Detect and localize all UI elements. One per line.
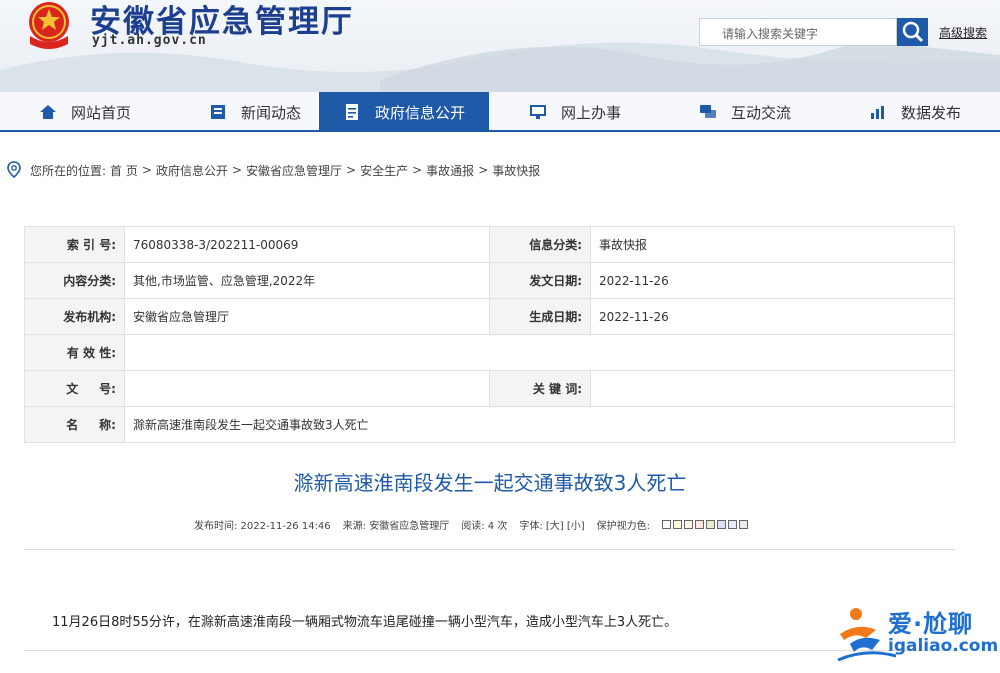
validity-value (124, 334, 955, 371)
breadcrumb-separator: > (141, 163, 152, 177)
location-pin-icon (7, 161, 21, 179)
index-label: 索 引 号: (24, 226, 125, 263)
site-header: 安徽省应急管理厅 yjt.ah.gov.cn 请输入搜索关键字 高级搜索 (0, 0, 1000, 92)
article-title: 滁新高速淮南段发生一起交通事故致3人死亡 (293, 471, 687, 495)
table-row: 内容分类: 其他,市场监管、应急管理,2022年 发文日期: 2022-11-2… (24, 262, 955, 299)
table-row: 名 称: 滁新高速淮南段发生一起交通事故致3人死亡 (24, 406, 955, 443)
table-row: 索 引 号: 76080338-3/202211-00069 信息分类: 事故快… (24, 226, 955, 263)
color-swatch[interactable] (739, 520, 749, 529)
org-value: 安徽省应急管理厅 (124, 298, 490, 335)
table-row: 文 号: 关 键 词: (24, 370, 955, 407)
keyword-label: 关 键 词: (489, 370, 591, 407)
breadcrumb-gov-info[interactable]: 政府信息公开 (156, 162, 228, 179)
info-table: 索 引 号: 76080338-3/202211-00069 信息分类: 事故快… (24, 226, 955, 443)
chat-icon (699, 105, 716, 118)
doc-number-value (124, 370, 490, 407)
main-nav: 网站首页 新闻动态 政府信息公开 网上办事 互动交流 数据发布 (0, 92, 1000, 132)
breadcrumb-prefix: 您所在的位置: (30, 163, 107, 178)
doc-number-label: 文 号: (24, 370, 125, 407)
nav-label: 数据发布 (900, 103, 961, 122)
nav-label: 政府信息公开 (374, 103, 465, 122)
nav-label: 新闻动态 (240, 103, 301, 122)
chart-icon (870, 106, 884, 119)
breadcrumb-separator: > (346, 163, 357, 177)
breadcrumb-separator: > (478, 163, 489, 177)
national-emblem-icon (29, 2, 69, 49)
color-swatch[interactable] (717, 520, 727, 529)
nav-item-home[interactable]: 网站首页 (0, 92, 170, 132)
font-size-control[interactable]: 字体: [大] [小] (519, 517, 584, 532)
eye-care-label: 保护视力色: (596, 521, 651, 532)
watermark-url: igaliao.com (888, 636, 999, 656)
search-icon (902, 21, 924, 43)
nav-item-gov-info[interactable]: 政府信息公开 (319, 92, 489, 132)
breadcrumb-accident-report[interactable]: 事故通报 (426, 162, 474, 179)
color-swatch[interactable] (684, 520, 694, 529)
article-source: 来源: 安徽省应急管理厅 (342, 521, 450, 532)
site-domain: yjt.ah.gov.cn (92, 33, 207, 48)
eye-care-swatches (662, 520, 750, 529)
nav-label: 网站首页 (70, 103, 131, 122)
index-value: 76080338-3/202211-00069 (124, 226, 490, 263)
search-input[interactable]: 请输入搜索关键字 (699, 18, 897, 46)
gen-date-label: 生成日期: (489, 298, 591, 335)
color-swatch[interactable] (662, 520, 672, 529)
nav-label: 互动交流 (730, 103, 791, 122)
nav-item-online-service[interactable]: 网上办事 (490, 92, 660, 132)
name-label: 名 称: (24, 406, 125, 443)
read-count: 阅读: 4 次 (461, 521, 508, 532)
search-button[interactable] (897, 18, 928, 46)
category-label: 信息分类: (489, 226, 591, 263)
color-swatch[interactable] (695, 520, 705, 529)
breadcrumb-home[interactable]: 首 页 (110, 162, 138, 179)
article-meta: 发布时间: 2022-11-26 14:46 来源: 安徽省应急管理厅 阅读: … (194, 517, 762, 532)
validity-label: 有 效 性: (24, 334, 125, 371)
category-value: 事故快报 (590, 226, 955, 263)
content-value: 其他,市场监管、应急管理,2022年 (124, 262, 490, 299)
nav-item-news[interactable]: 新闻动态 (170, 92, 340, 132)
nav-label: 网上办事 (560, 103, 621, 122)
breadcrumb-safety[interactable]: 安全生产 (360, 162, 408, 179)
table-row: 有 效 性: (24, 334, 955, 371)
publish-time: 发布时间: 2022-11-26 14:46 (194, 521, 331, 532)
keyword-value (590, 370, 955, 407)
monitor-icon (529, 105, 546, 119)
breadcrumb-current[interactable]: 事故快报 (492, 162, 540, 179)
advanced-search-link[interactable]: 高级搜索 (939, 24, 987, 41)
breadcrumb-separator: > (412, 163, 423, 177)
table-row: 发布机构: 安徽省应急管理厅 生成日期: 2022-11-26 (24, 298, 955, 335)
date-label: 发文日期: (489, 262, 591, 299)
gen-date-value: 2022-11-26 (590, 298, 955, 335)
breadcrumb-separator: > (231, 163, 243, 177)
breadcrumb-department[interactable]: 安徽省应急管理厅 (246, 162, 342, 179)
nav-item-interaction[interactable]: 互动交流 (660, 92, 830, 132)
divider (24, 549, 955, 550)
news-icon (210, 105, 225, 119)
watermark-text: 爱·尬聊 (888, 610, 974, 638)
name-value: 滁新高速淮南段发生一起交通事故致3人死亡 (124, 406, 955, 443)
date-value: 2022-11-26 (590, 262, 955, 299)
document-icon (345, 104, 358, 120)
org-label: 发布机构: (24, 298, 125, 335)
color-swatch[interactable] (706, 520, 716, 529)
nav-item-data[interactable]: 数据发布 (830, 92, 1000, 132)
color-swatch[interactable] (673, 520, 683, 529)
home-icon (39, 105, 56, 119)
color-swatch[interactable] (728, 520, 738, 529)
content-label: 内容分类: (24, 262, 125, 299)
article-body: 11月26日8时55分许，在滁新高速淮南段一辆厢式物流车追尾碰撞一辆小型汽车，造… (52, 615, 678, 630)
divider (24, 650, 955, 651)
breadcrumb: 您所在的位置: 首 页 > 政府信息公开 > 安徽省应急管理厅 > 安全生产 >… (6, 161, 544, 179)
